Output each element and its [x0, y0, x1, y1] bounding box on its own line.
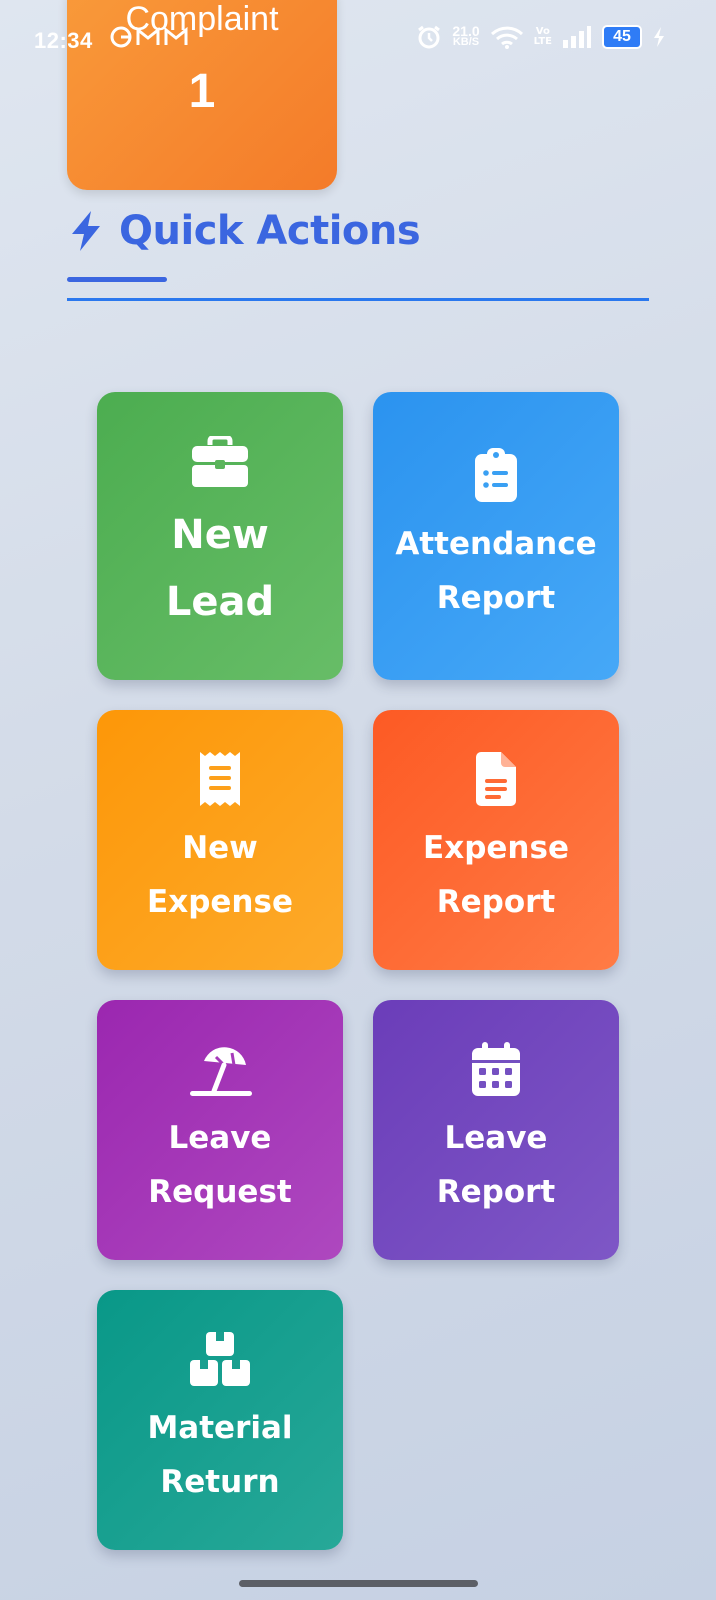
- status-bar: 12:34 21.0 KB/S Vo LTE 45: [0, 0, 716, 84]
- action-label: Leave Report: [436, 1120, 556, 1210]
- new-lead-button[interactable]: New Lead: [97, 392, 343, 680]
- receipt-icon: [200, 752, 240, 806]
- network-speed: 21.0 KB/S: [452, 24, 480, 48]
- notification-icons: [110, 26, 188, 48]
- calendar-icon: [472, 1042, 520, 1096]
- status-time: 12:34: [34, 28, 93, 53]
- action-label: Attendance Report: [395, 526, 597, 616]
- new-expense-button[interactable]: New Expense: [97, 710, 343, 970]
- section-divider: [67, 298, 649, 301]
- quick-actions-header: Quick Actions: [67, 208, 421, 254]
- expense-report-button[interactable]: Expense Report: [373, 710, 619, 970]
- signal-icon: [563, 26, 591, 48]
- bolt-icon: [72, 211, 100, 251]
- briefcase-icon: [192, 436, 248, 487]
- status-right: 21.0 KB/S Vo LTE 45: [416, 24, 666, 50]
- volte-indicator: Vo LTE: [534, 27, 552, 47]
- network-speed-unit: KB/S: [452, 36, 480, 48]
- google-icon: [110, 26, 132, 48]
- action-label: Expense Report: [423, 830, 569, 920]
- action-label: Material Return: [147, 1410, 293, 1500]
- attendance-report-button[interactable]: Attendance Report: [373, 392, 619, 680]
- gmail-icon: [136, 27, 160, 45]
- action-label: Leave Request: [148, 1120, 292, 1210]
- volte-bottom: LTE: [533, 36, 552, 47]
- boxes-icon: [190, 1332, 250, 1386]
- home-indicator[interactable]: [239, 1580, 478, 1587]
- alarm-icon: [418, 25, 441, 49]
- file-text-icon: [476, 752, 516, 806]
- battery-indicator: 45: [602, 25, 642, 49]
- action-label: New Expense: [147, 830, 293, 920]
- material-return-button[interactable]: Material Return: [97, 1290, 343, 1550]
- gmail-icon: [164, 27, 188, 45]
- wifi-icon: [490, 26, 523, 49]
- leave-request-button[interactable]: Leave Request: [97, 1000, 343, 1260]
- umbrella-beach-icon: [190, 1047, 252, 1096]
- title-underline-accent: [67, 277, 167, 282]
- clipboard-list-icon: [475, 448, 517, 502]
- leave-report-button[interactable]: Leave Report: [373, 1000, 619, 1260]
- section-title: Quick Actions: [119, 208, 421, 254]
- charging-icon: [654, 27, 664, 47]
- action-label: New Lead: [165, 512, 275, 625]
